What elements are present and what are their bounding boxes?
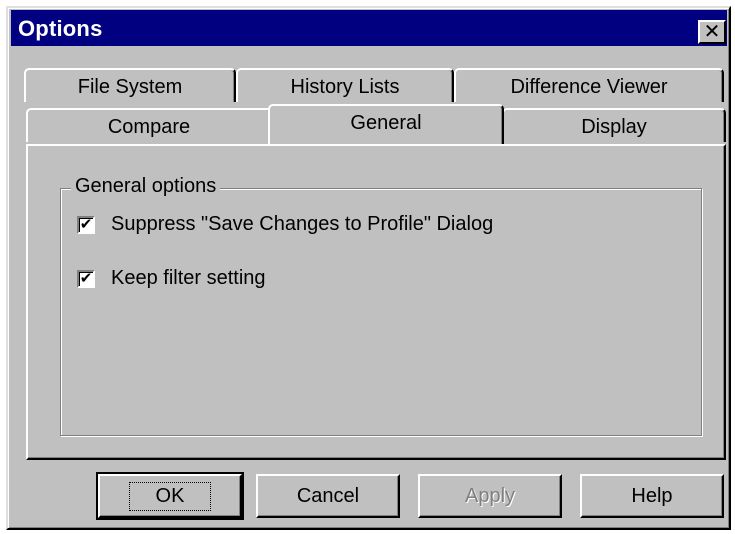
general-tab-panel: General options ✔ Suppress "Save Changes… <box>26 144 726 460</box>
tab-label: History Lists <box>290 75 400 98</box>
check-icon: ✔ <box>79 269 93 287</box>
tab-compare[interactable]: Compare <box>26 108 272 142</box>
close-button[interactable]: ✕ <box>698 20 726 44</box>
ok-label: OK <box>128 481 212 511</box>
suppress-dialog-checkbox[interactable]: ✔ <box>77 215 95 234</box>
apply-label: Apply <box>464 484 516 507</box>
help-label: Help <box>631 484 673 507</box>
group-label: General options <box>71 175 221 198</box>
tab-label: Compare <box>107 115 191 138</box>
tab-history-lists[interactable]: History Lists <box>236 68 454 102</box>
tab-general[interactable]: General <box>268 104 504 144</box>
ok-button[interactable]: OK <box>96 472 244 520</box>
keep-filter-checkbox[interactable]: ✔ <box>77 269 95 288</box>
tab-label: File System <box>77 75 183 98</box>
apply-button[interactable]: Apply <box>418 474 562 518</box>
help-button[interactable]: Help <box>580 474 724 518</box>
cancel-label: Cancel <box>296 484 360 507</box>
keep-filter-label[interactable]: Keep filter setting <box>111 267 266 290</box>
tab-difference-viewer[interactable]: Difference Viewer <box>454 68 724 102</box>
suppress-dialog-label[interactable]: Suppress "Save Changes to Profile" Dialo… <box>111 213 493 236</box>
tab-file-system[interactable]: File System <box>24 68 236 102</box>
keep-filter-option[interactable]: ✔ Keep filter setting <box>77 267 266 290</box>
suppress-dialog-option[interactable]: ✔ Suppress "Save Changes to Profile" Dia… <box>77 213 493 236</box>
tab-display[interactable]: Display <box>502 108 726 142</box>
tab-label: General <box>350 111 422 134</box>
title-bar[interactable]: Options ✕ <box>11 10 727 46</box>
window-title: Options <box>18 16 103 41</box>
close-icon: ✕ <box>703 21 721 43</box>
options-dialog: Options ✕ File System History Lists Diff… <box>6 6 731 530</box>
general-options-group: General options ✔ Suppress "Save Changes… <box>60 175 702 436</box>
cancel-button[interactable]: Cancel <box>256 474 400 518</box>
tab-label: Display <box>581 115 647 138</box>
tab-label: Difference Viewer <box>510 75 668 98</box>
check-icon: ✔ <box>79 215 93 233</box>
